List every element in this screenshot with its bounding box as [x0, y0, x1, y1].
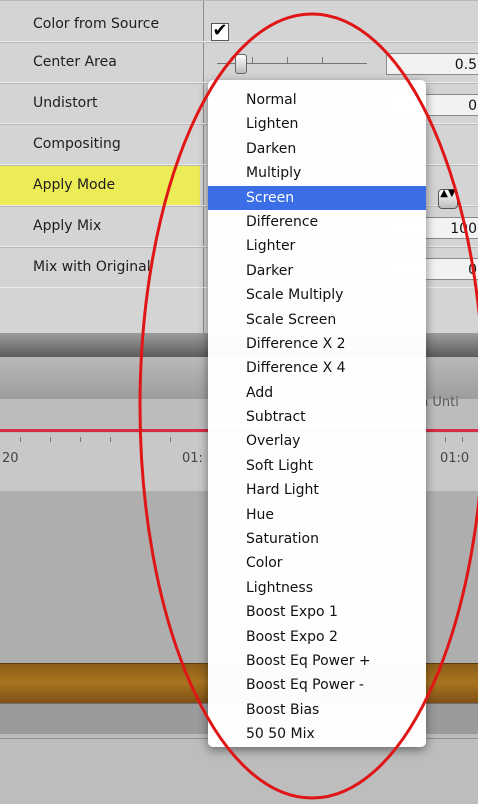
menu-item-hard-light[interactable]: Hard Light — [208, 478, 426, 502]
slider-tick — [322, 57, 323, 64]
color-from-source-checkbox[interactable]: ✔ — [211, 22, 229, 41]
menu-item-multiply[interactable]: Multiply — [208, 161, 426, 185]
menu-item-subtract[interactable]: Subtract — [208, 405, 426, 429]
menu-item-difference-x-2[interactable]: Difference X 2 — [208, 332, 426, 356]
slider-tick — [287, 57, 288, 64]
menu-item-darker[interactable]: Darker — [208, 259, 426, 283]
menu-item-scale-multiply[interactable]: Scale Multiply — [208, 283, 426, 307]
menu-item-add[interactable]: Add — [208, 381, 426, 405]
menu-item-hue[interactable]: Hue — [208, 503, 426, 527]
menu-item-boost-expo-1[interactable]: Boost Expo 1 — [208, 600, 426, 624]
timecode-label: 01: — [182, 451, 203, 466]
menu-item-screen[interactable]: Screen — [208, 185, 426, 210]
timecode-label: 01:0 — [440, 451, 470, 466]
row-label: Mix with Original — [33, 259, 151, 275]
menu-item-scale-screen[interactable]: Scale Screen — [208, 308, 426, 332]
timecode-label: 20 — [2, 451, 19, 466]
menu-item-difference-x-4[interactable]: Difference X 4 — [208, 356, 426, 380]
menu-item-boost-eq-power[interactable]: Boost Eq Power - — [208, 673, 426, 697]
menu-item-lighten[interactable]: Lighten — [208, 112, 426, 136]
center-area-slider[interactable] — [217, 54, 367, 74]
timeline-track — [0, 738, 478, 804]
apply-mode-popup-arrows-icon[interactable]: ▲▼ — [438, 189, 458, 209]
menu-item-boost-eq-power[interactable]: Boost Eq Power + — [208, 649, 426, 673]
ruler-tick — [170, 437, 171, 442]
menu-item-soft-light[interactable]: Soft Light — [208, 454, 426, 478]
row-color-from-source: Color from Source ✔ — [0, 0, 478, 42]
ruler-tick — [462, 437, 463, 442]
menu-item-lighter[interactable]: Lighter — [208, 234, 426, 258]
menu-item-normal[interactable]: Normal — [208, 88, 426, 112]
menu-item-darken[interactable]: Darken — [208, 137, 426, 161]
row-center-area: Center Area 0.5 — [0, 42, 478, 83]
menu-item-color[interactable]: Color — [208, 551, 426, 575]
apply-mode-dropdown-menu: Normal Lighten Darken Multiply Screen Differe… — [208, 80, 426, 747]
ruler-tick — [20, 437, 21, 442]
ruler-tick — [140, 437, 141, 442]
row-label: Undistort — [33, 95, 98, 111]
ruler-tick — [50, 437, 51, 442]
center-area-value[interactable]: 0.5 — [386, 53, 478, 75]
ruler-tick — [110, 437, 111, 442]
ruler-tick — [80, 437, 81, 442]
row-label-highlighted: Apply Mode — [0, 166, 200, 205]
menu-item-overlay[interactable]: Overlay — [208, 429, 426, 453]
row-label: Center Area — [33, 54, 117, 70]
row-label: Compositing — [33, 136, 121, 152]
menu-item-lightness[interactable]: Lightness — [208, 576, 426, 600]
menu-item-50-50-mix[interactable]: 50 50 Mix — [208, 722, 426, 746]
row-label: Apply Mix — [33, 218, 102, 234]
menu-item-boost-expo-2[interactable]: Boost Expo 2 — [208, 625, 426, 649]
menu-item-saturation[interactable]: Saturation — [208, 527, 426, 551]
menu-item-difference[interactable]: Difference — [208, 210, 426, 234]
slider-tick — [252, 57, 253, 64]
ruler-tick — [445, 437, 446, 442]
menu-item-boost-bias[interactable]: Boost Bias — [208, 698, 426, 722]
slider-knob[interactable] — [235, 54, 247, 74]
row-label: Color from Source — [33, 16, 160, 32]
